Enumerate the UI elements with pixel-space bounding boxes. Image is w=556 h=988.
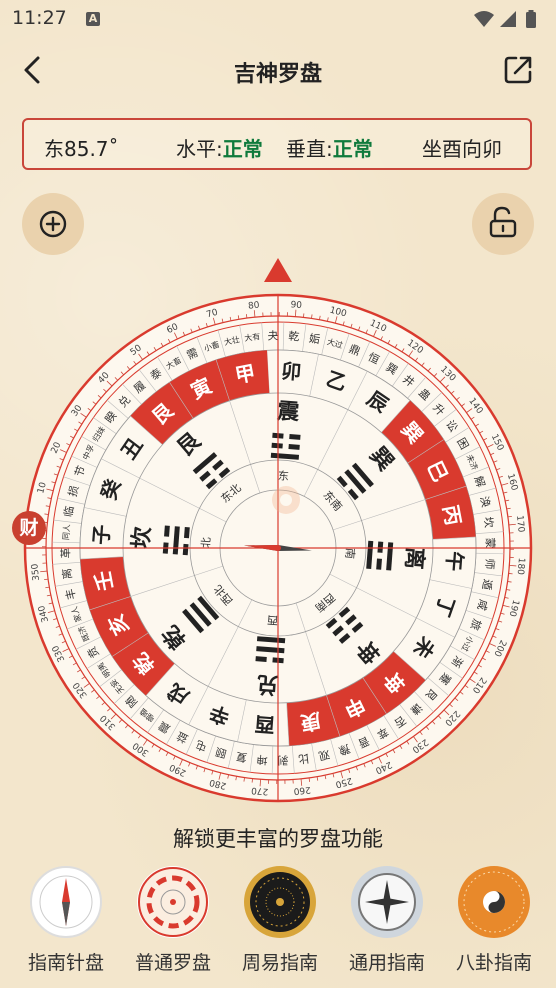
level-label: 水平: <box>176 137 223 161</box>
degree-label: 180 <box>515 557 526 575</box>
mountain-label: 子 <box>89 524 114 546</box>
hexagram-label: 夬 <box>267 329 278 342</box>
wifi-icon <box>474 11 494 27</box>
degree-label: 270 <box>251 785 269 796</box>
compass-svg: 1020304050607080 90 1001101201301401501601… <box>23 293 533 803</box>
direction-label: 南 <box>343 547 357 559</box>
degree-tick <box>507 515 512 518</box>
degree-tick <box>509 564 517 567</box>
plus-circle-icon <box>39 210 67 238</box>
hexagram-label: 离 <box>59 567 74 580</box>
share-button[interactable] <box>502 54 534 86</box>
status-time: 11:27 <box>12 7 67 29</box>
header: 吉神罗盘 <box>0 40 556 100</box>
degree-tick <box>311 314 313 319</box>
direction-label: 北 <box>199 537 213 549</box>
info-bar: 东85.7˚ 水平:正常 垂直:正常 坐酉向卯 <box>22 118 532 170</box>
degree-tick <box>294 309 297 317</box>
vertical-label: 垂直: <box>286 137 333 161</box>
hexagram-label: 比 <box>297 751 309 765</box>
degree-tick <box>308 777 311 782</box>
bagua-compass-icon <box>458 866 530 938</box>
mountain-label: 酉 <box>254 712 276 737</box>
page-title: 吉神罗盘 <box>233 62 322 87</box>
yin-yang-icon <box>272 486 300 514</box>
mode-general[interactable]: 通用指南 <box>335 866 439 975</box>
system-icons <box>474 10 536 28</box>
status-bar: 11:27 A <box>0 0 556 36</box>
hexagram-label: 同人 <box>62 524 72 541</box>
general-compass-icon <box>351 866 423 938</box>
degree-label: 90 <box>290 300 302 311</box>
notification-icon: A <box>86 12 100 26</box>
heading-readout: 东85.7˚ <box>44 137 119 161</box>
hexagram-label: 临 <box>61 505 77 518</box>
degree-label: 260 <box>293 784 311 796</box>
mode-label: 指南针盘 <box>27 952 104 974</box>
zhouyi-compass-icon <box>244 866 316 938</box>
compass-mode-list: 指南针盘 普通罗盘 周易指南 通用指南 八卦指南 <box>0 866 556 986</box>
mountain-label: 卯 <box>280 359 302 384</box>
needle-pivot <box>275 545 281 551</box>
mode-common-luopan[interactable]: 普通罗盘 <box>121 866 225 975</box>
degree-tick <box>507 581 512 583</box>
mountain-label: 午 <box>442 550 467 572</box>
orientation-readout: 坐酉向卯 <box>422 137 502 161</box>
zoom-in-button[interactable] <box>22 193 84 255</box>
mode-label: 通用指南 <box>348 952 425 974</box>
hexagram-label: 革 <box>58 547 72 558</box>
trigram-name: 兑 <box>256 670 280 698</box>
degree-tick <box>245 314 248 319</box>
hexagram-label: 剥 <box>277 753 288 766</box>
hexagram-label: 蒙 <box>483 537 496 548</box>
hexagram-label: 师 <box>483 558 497 570</box>
level-status: 水平:正常 <box>176 133 263 162</box>
luopan-compass[interactable]: 10 20 30 40 50 60 70 80 90 100 110 120 130 140 150 160 1… <box>0 270 556 826</box>
direction-label: 东 <box>277 469 289 483</box>
vertical-status: 垂直:正常 <box>286 133 373 162</box>
mode-label: 周易指南 <box>241 952 318 974</box>
hexagram-label: 坎 <box>481 516 495 528</box>
hexagram-label: 坤 <box>256 753 268 768</box>
mode-bagua[interactable]: 八卦指南 <box>442 866 546 975</box>
common-luopan-icon <box>137 866 209 938</box>
hexagram-label: 姤 <box>308 332 321 347</box>
level-value: 正常 <box>222 137 263 161</box>
direction-label: 西 <box>267 613 279 627</box>
degree-tick <box>243 777 245 782</box>
lock-toggle-button[interactable] <box>472 193 534 255</box>
degree-label: 350 <box>30 563 42 581</box>
hexagram-label: 大有 <box>244 331 261 343</box>
mode-zhouyi[interactable]: 周易指南 <box>228 866 332 975</box>
degree-label: 80 <box>248 301 261 312</box>
hexagram-label: 乾 <box>288 330 300 344</box>
battery-icon <box>526 12 536 28</box>
mode-label: 普通罗盘 <box>134 952 211 974</box>
unlock-icon <box>489 206 517 238</box>
trigram-name: 震 <box>276 399 301 426</box>
unlock-promo-text: 解锁更丰富的罗盘功能 <box>173 827 383 851</box>
mode-label: 八卦指南 <box>455 952 532 974</box>
trigram-name: 离 <box>400 546 428 570</box>
vertical-value: 正常 <box>332 137 373 161</box>
mode-compass-needle[interactable]: 指南针盘 <box>14 866 118 975</box>
degree-label: 170 <box>514 515 526 533</box>
signal-icon <box>500 11 516 27</box>
degree-tick <box>259 779 262 787</box>
trigram-name: 坎 <box>128 526 156 550</box>
compass-needle-icon <box>30 866 102 938</box>
degree-tick <box>44 578 49 581</box>
share-icon <box>504 56 532 84</box>
wealth-badge: 财 <box>12 511 46 545</box>
